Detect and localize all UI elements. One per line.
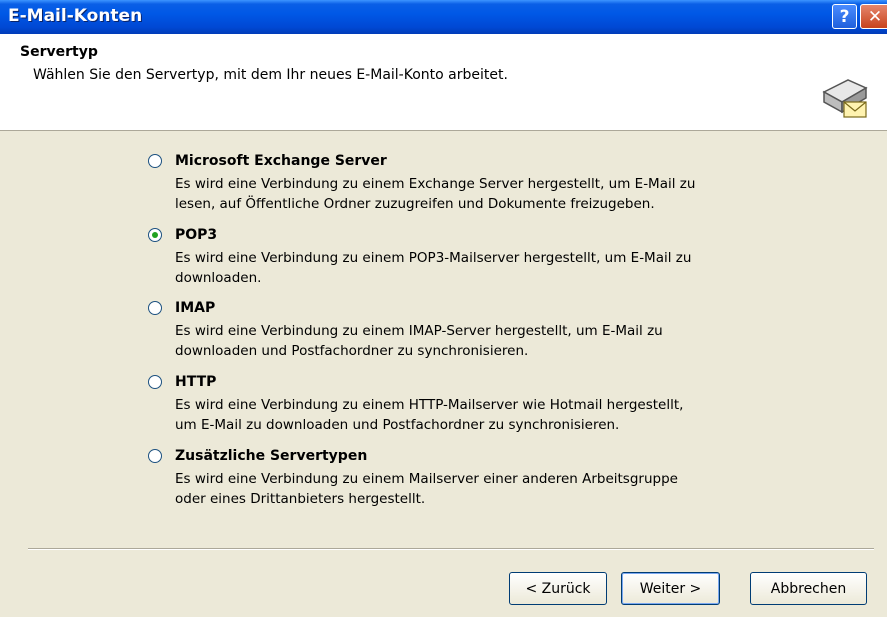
description-line: Es wird eine Verbindung zu einem IMAP-Se… xyxy=(175,323,663,339)
description-line: Es wird eine Verbindung zu einem HTTP-Ma… xyxy=(175,397,684,413)
cancel-button[interactable]: Abbrechen xyxy=(750,572,867,605)
radio-imap[interactable] xyxy=(148,301,162,315)
radio-exchange[interactable] xyxy=(148,154,162,168)
option-label: Microsoft Exchange Server xyxy=(175,153,387,169)
back-button[interactable]: < Zurück xyxy=(509,572,607,605)
description-line: downloaden und Postfachordner zu synchro… xyxy=(175,343,529,359)
option-description: Es wird eine Verbindung zu einem Exchang… xyxy=(175,174,795,214)
option-label: Zusätzliche Servertypen xyxy=(175,448,368,464)
next-button[interactable]: Weiter > xyxy=(621,572,720,605)
footer-divider xyxy=(28,548,874,550)
description-line: lesen, auf Öffentliche Ordner zuzugreife… xyxy=(175,196,655,212)
close-button[interactable]: ✕ xyxy=(860,4,887,29)
description-line: downloaden. xyxy=(175,270,262,286)
option-description: Es wird eine Verbindung zu einem Mailser… xyxy=(175,469,795,509)
description-line: Es wird eine Verbindung zu einem Mailser… xyxy=(175,471,678,487)
radio-http[interactable] xyxy=(148,375,162,389)
window-title: E-Mail-Konten xyxy=(8,6,143,26)
radio-pop3[interactable] xyxy=(148,228,162,242)
help-button[interactable]: ? xyxy=(832,4,857,29)
email-accounts-dialog: E-Mail-Konten ? ✕ Servertyp Wählen Sie d… xyxy=(0,0,887,617)
description-line: um E-Mail zu downloaden und Postfachordn… xyxy=(175,417,620,433)
title-bar[interactable]: E-Mail-Konten ? ✕ xyxy=(0,0,887,34)
option-label: POP3 xyxy=(175,227,218,243)
description-line: Es wird eine Verbindung zu einem Exchang… xyxy=(175,176,696,192)
option-description: Es wird eine Verbindung zu einem POP3-Ma… xyxy=(175,248,795,288)
page-title: Servertyp xyxy=(20,44,98,60)
mail-server-icon xyxy=(822,79,868,118)
option-label: HTTP xyxy=(175,374,217,390)
page-subtitle: Wählen Sie den Servertyp, mit dem Ihr ne… xyxy=(33,67,508,83)
option-description: Es wird eine Verbindung zu einem HTTP-Ma… xyxy=(175,395,795,435)
description-line: oder eines Drittanbieters hergestellt. xyxy=(175,491,426,507)
radio-additional-servers[interactable] xyxy=(148,449,162,463)
option-label: IMAP xyxy=(175,300,216,316)
option-description: Es wird eine Verbindung zu einem IMAP-Se… xyxy=(175,321,795,361)
description-line: Es wird eine Verbindung zu einem POP3-Ma… xyxy=(175,250,692,266)
